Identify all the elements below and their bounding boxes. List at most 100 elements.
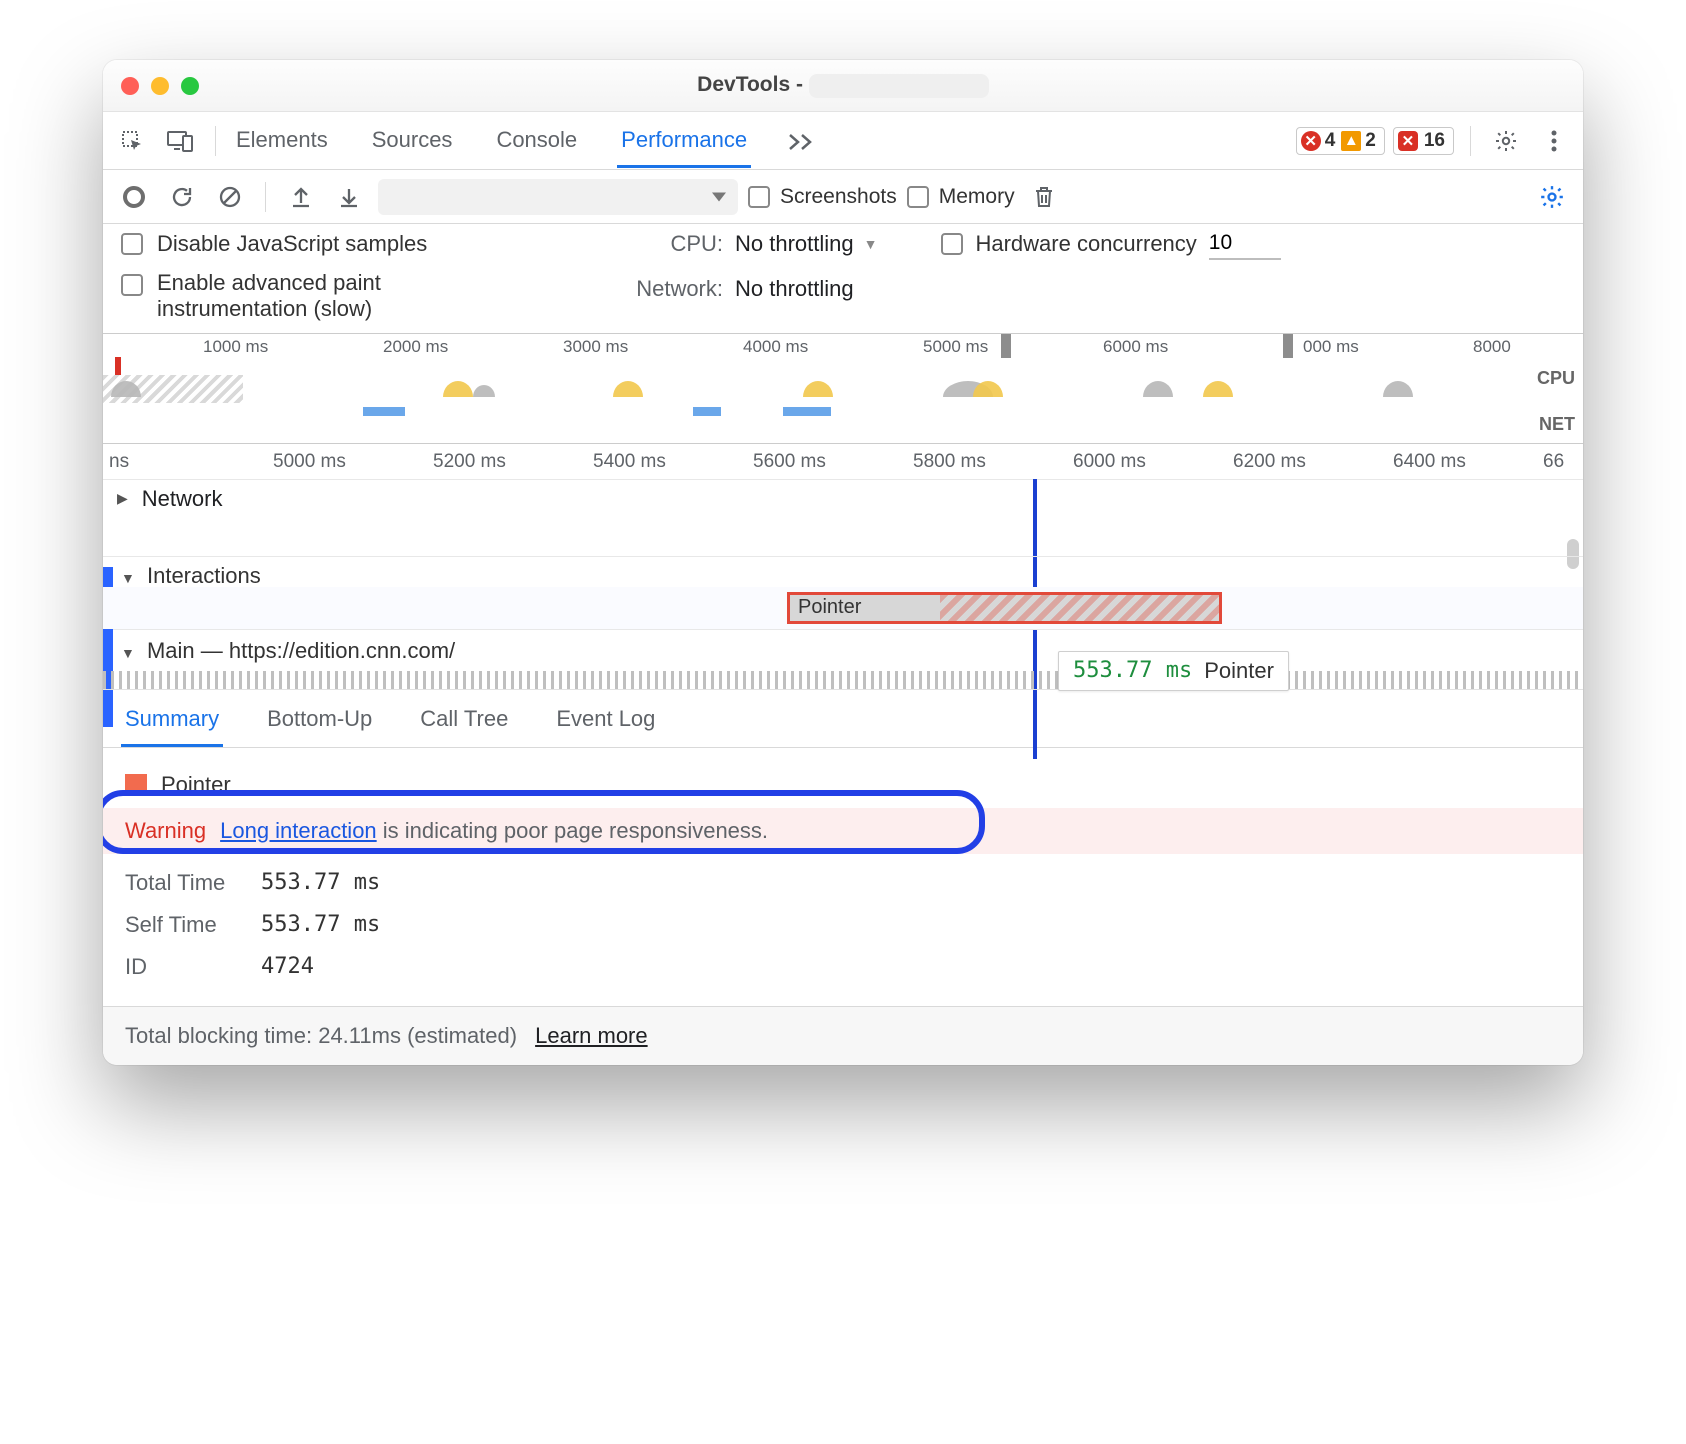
capture-settings-icon[interactable] xyxy=(1533,178,1571,216)
download-profile-button[interactable] xyxy=(330,178,368,216)
zoom-window-button[interactable] xyxy=(181,77,199,95)
extension-error-icon: ✕ xyxy=(1398,131,1418,151)
interactions-track: Interactions Pointer xyxy=(103,556,1583,630)
tab-bottom-up[interactable]: Bottom-Up xyxy=(263,690,376,747)
detail-tick: 6400 ms xyxy=(1393,451,1466,473)
overview-net-label: NET xyxy=(1539,414,1575,435)
overview-strip[interactable]: 1000 ms 2000 ms 3000 ms 4000 ms 5000 ms … xyxy=(103,333,1583,443)
detail-tick: 5600 ms xyxy=(753,451,826,473)
memory-label: Memory xyxy=(939,185,1015,209)
overview-tick: 2000 ms xyxy=(383,337,448,357)
detail-tick: ns xyxy=(109,451,129,473)
learn-more-link[interactable]: Learn more xyxy=(535,1023,648,1049)
tracks-container: Network Interactions Pointer Main — http… xyxy=(103,479,1583,690)
window-title-redacted xyxy=(809,74,989,98)
hw-concurrency-label: Hardware concurrency xyxy=(975,231,1196,257)
disable-js-checkbox[interactable] xyxy=(121,233,143,255)
minimize-window-button[interactable] xyxy=(151,77,169,95)
separator xyxy=(265,182,266,212)
overview-handle-right[interactable] xyxy=(1283,334,1293,358)
extension-errors-pill[interactable]: ✕ 16 xyxy=(1393,127,1454,155)
screenshots-label: Screenshots xyxy=(780,185,897,209)
traffic-lights[interactable] xyxy=(121,77,199,95)
overview-tick: 3000 ms xyxy=(563,337,628,357)
detail-tick: 66 xyxy=(1543,451,1564,473)
total-time-row: Total Time 553.77 ms xyxy=(125,862,1561,904)
hw-concurrency-checkbox[interactable] xyxy=(941,233,963,255)
tab-event-log[interactable]: Event Log xyxy=(552,690,659,747)
record-button[interactable] xyxy=(115,178,153,216)
tab-elements[interactable]: Elements xyxy=(232,113,332,168)
tab-summary[interactable]: Summary xyxy=(121,690,223,747)
settings-row-2: Enable advanced paint instrumentation (s… xyxy=(103,266,1583,333)
settings-icon[interactable] xyxy=(1487,122,1525,160)
issue-badges: ✕4 ▲2 ✕ 16 xyxy=(1296,127,1454,155)
detail-tick: 5000 ms xyxy=(273,451,346,473)
interaction-tooltip: 553.77 ms Pointer xyxy=(1058,651,1289,691)
summary-panel: Pointer Warning Long interaction is indi… xyxy=(103,748,1583,988)
network-throttle-select[interactable]: No throttling xyxy=(735,270,854,302)
close-window-button[interactable] xyxy=(121,77,139,95)
overview-tick: 000 ms xyxy=(1303,337,1359,357)
tab-performance[interactable]: Performance xyxy=(617,113,751,168)
separator xyxy=(1470,126,1471,156)
memory-checkbox[interactable] xyxy=(907,186,929,208)
footer-bar: Total blocking time: 24.11ms (estimated)… xyxy=(103,1006,1583,1065)
summary-pointer-row: Pointer xyxy=(125,764,1561,806)
titlebar: DevTools - xyxy=(103,60,1583,112)
error-count: 4 xyxy=(1325,130,1336,152)
settings-row-1: Disable JavaScript samples CPU: No throt… xyxy=(103,224,1583,266)
reload-record-button[interactable] xyxy=(163,178,201,216)
overview-cpu-label: CPU xyxy=(1537,368,1575,389)
detail-tick: 5200 ms xyxy=(433,451,506,473)
cpu-throttle-select[interactable]: No throttling▼ xyxy=(735,231,877,257)
cpu-label: CPU: xyxy=(670,231,723,256)
overview-tick: 8000 xyxy=(1473,337,1511,357)
separator xyxy=(215,126,216,156)
overview-tick: 5000 ms xyxy=(923,337,988,357)
main-tabs-row: Elements Sources Console Performance ✕4 … xyxy=(103,112,1583,170)
main-track-header[interactable]: Main — https://edition.cnn.com/ xyxy=(121,638,455,664)
warning-count: 2 xyxy=(1365,130,1376,152)
delete-profile-button[interactable] xyxy=(1025,178,1063,216)
recordings-dropdown[interactable] xyxy=(378,179,738,215)
detail-timeline-header[interactable]: ns 5000 ms 5200 ms 5400 ms 5600 ms 5800 … xyxy=(103,443,1583,479)
window-title: DevTools - xyxy=(103,73,1583,97)
tooltip-value: 553.77 ms xyxy=(1073,658,1192,683)
interaction-label: Pointer xyxy=(798,596,861,619)
more-tabs-icon[interactable] xyxy=(787,122,815,160)
performance-toolbar: Screenshots Memory xyxy=(103,170,1583,224)
tab-console[interactable]: Console xyxy=(492,113,581,168)
detail-tick: 5800 ms xyxy=(913,451,986,473)
detail-tick: 6000 ms xyxy=(1073,451,1146,473)
clear-button[interactable] xyxy=(211,178,249,216)
warning-row: Warning Long interaction is indicating p… xyxy=(103,808,1583,854)
network-track-header[interactable]: Network xyxy=(103,479,1583,518)
advanced-paint-checkbox[interactable] xyxy=(121,274,143,296)
interaction-pointer-bar[interactable]: Pointer xyxy=(787,592,1222,624)
kebab-menu-icon[interactable] xyxy=(1535,122,1573,160)
tab-call-tree[interactable]: Call Tree xyxy=(416,690,512,747)
disable-js-label: Disable JavaScript samples xyxy=(157,231,427,257)
pointer-swatch xyxy=(125,774,147,796)
interactions-track-header[interactable]: Interactions xyxy=(121,563,261,589)
console-issues-pill[interactable]: ✕4 ▲2 xyxy=(1296,127,1385,155)
long-interaction-link[interactable]: Long interaction xyxy=(220,818,377,843)
overview-tick: 6000 ms xyxy=(1103,337,1168,357)
warning-text: Long interaction is indicating poor page… xyxy=(220,818,768,844)
tooltip-label: Pointer xyxy=(1204,658,1274,684)
self-time-row: Self Time 553.77 ms xyxy=(125,904,1561,946)
upload-profile-button[interactable] xyxy=(282,178,320,216)
hw-concurrency-input[interactable] xyxy=(1209,228,1281,260)
device-toggle-icon[interactable] xyxy=(161,122,199,160)
detail-tick: 6200 ms xyxy=(1233,451,1306,473)
screenshots-checkbox[interactable] xyxy=(748,186,770,208)
id-row: ID 4724 xyxy=(125,946,1561,988)
tab-sources[interactable]: Sources xyxy=(368,113,457,168)
overview-chart-area xyxy=(103,358,1533,443)
total-blocking-time-label: Total blocking time: 24.11ms (estimated) xyxy=(125,1023,517,1049)
overview-handle-left[interactable] xyxy=(1001,334,1011,358)
error-icon: ✕ xyxy=(1301,131,1321,151)
overview-tick: 1000 ms xyxy=(203,337,268,357)
inspect-element-icon[interactable] xyxy=(113,122,151,160)
